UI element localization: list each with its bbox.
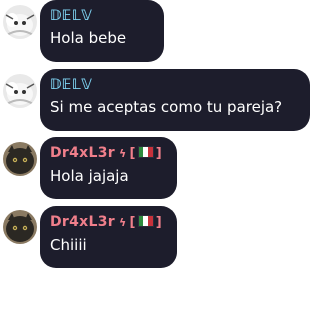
message-author-line: Dr4xL3r ϟ[] (50, 213, 167, 232)
message-text: Chiiii (50, 236, 87, 254)
mexico-flag-icon (137, 146, 154, 158)
message-bubble[interactable]: 𝔻𝔼𝕃𝕍 Hola bebe (40, 0, 164, 62)
chat-message-list: 𝔻𝔼𝕃𝕍 Hola bebe 𝔻𝔼𝕃𝕍 Si me aceptas como t… (0, 0, 312, 320)
message-author[interactable]: Dr4xL3r (50, 214, 115, 230)
badge-bracket-open: [ (129, 146, 136, 161)
user-avatar[interactable] (3, 142, 37, 176)
white-fluffy-creature-avatar-icon (3, 5, 37, 39)
message-text: Hola bebe (50, 29, 127, 47)
black-cat-avatar-icon (3, 142, 37, 176)
user-avatar[interactable] (3, 210, 37, 244)
message-bubble[interactable]: Dr4xL3r ϟ[] Hola jajaja (40, 137, 177, 199)
bolt-icon: ϟ (118, 147, 127, 160)
badge-bracket-close: ] (155, 146, 163, 161)
black-cat-avatar-icon (3, 210, 37, 244)
message-author[interactable]: 𝔻𝔼𝕃𝕍 (50, 7, 154, 25)
badge-bracket-open: [ (129, 215, 136, 230)
user-avatar[interactable] (3, 5, 37, 39)
bolt-icon: ϟ (118, 216, 127, 229)
message-bubble[interactable]: 𝔻𝔼𝕃𝕍 Si me aceptas como tu pareja? (40, 69, 310, 131)
message-text: Si me aceptas como tu pareja? (50, 98, 283, 116)
message-bubble[interactable]: Dr4xL3r ϟ[] Chiiii (40, 206, 177, 268)
message-author[interactable]: Dr4xL3r (50, 145, 115, 161)
badge-bracket-close: ] (155, 215, 163, 230)
user-avatar[interactable] (3, 74, 37, 108)
message-author-line: Dr4xL3r ϟ[] (50, 144, 167, 163)
white-fluffy-creature-avatar-icon (3, 74, 37, 108)
message-text: Hola jajaja (50, 167, 129, 185)
message-author[interactable]: 𝔻𝔼𝕃𝕍 (50, 76, 300, 94)
mexico-flag-icon (137, 215, 154, 227)
